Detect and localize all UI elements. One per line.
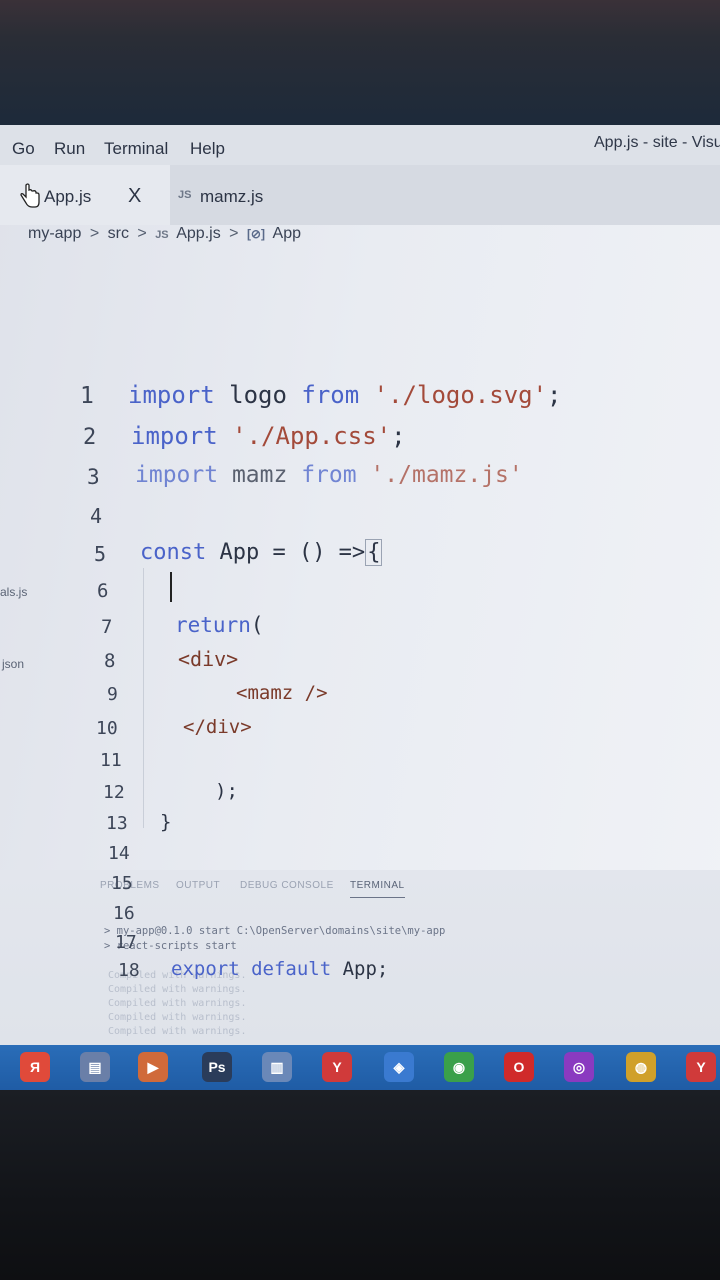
breadcrumb-app-js[interactable]: App.js bbox=[176, 225, 220, 242]
line-number: 15 bbox=[111, 873, 133, 894]
tab-mamz-js-label: mamz.js bbox=[200, 187, 264, 206]
js-file-icon: JS bbox=[178, 189, 192, 201]
monitor-bezel-top bbox=[0, 0, 720, 125]
line-number: 4 bbox=[90, 504, 103, 528]
code-line-7[interactable]: return( bbox=[175, 613, 264, 637]
cleaner-icon[interactable]: ◉ bbox=[444, 1052, 474, 1082]
terminal-line-faded: Compiled with warnings. bbox=[108, 1012, 247, 1023]
code-line-10[interactable]: </div> bbox=[183, 716, 252, 738]
terminal-line-faded: Compiled with warnings. bbox=[108, 984, 247, 995]
line-number: 10 bbox=[96, 718, 118, 739]
menu-go[interactable]: Go bbox=[12, 139, 35, 159]
symbol-variable-icon: [⊘] bbox=[246, 227, 265, 241]
indent-guide bbox=[143, 568, 144, 828]
code-line-1[interactable]: import logo from './logo.svg'; bbox=[128, 381, 562, 409]
file-explorer-icon[interactable]: ▤ bbox=[80, 1052, 110, 1082]
code-line-18[interactable]: export default App; bbox=[171, 958, 388, 980]
line-number: 6 bbox=[97, 580, 109, 602]
photoshop-icon[interactable]: Ps bbox=[202, 1052, 232, 1082]
tab-app-js[interactable]: App.js X bbox=[0, 165, 170, 225]
yandex-browser-icon[interactable]: Y bbox=[322, 1052, 352, 1082]
opera-icon[interactable]: O bbox=[504, 1052, 534, 1082]
line-number: 1 bbox=[80, 383, 94, 409]
vscode-icon[interactable]: ◈ bbox=[384, 1052, 414, 1082]
line-number: 16 bbox=[113, 903, 135, 924]
terminal-line: > my-app@0.1.0 start C:\OpenServer\domai… bbox=[104, 925, 446, 937]
menu-help[interactable]: Help bbox=[190, 139, 225, 159]
folder-icon[interactable]: ▥ bbox=[262, 1052, 292, 1082]
line-number: 11 bbox=[100, 750, 122, 771]
line-number: 13 bbox=[106, 813, 128, 834]
line-number: 5 bbox=[94, 542, 107, 566]
line-number: 18 bbox=[118, 960, 140, 981]
line-number: 17 bbox=[115, 932, 137, 953]
code-line-8[interactable]: <div> bbox=[178, 647, 238, 671]
code-line-12[interactable]: ); bbox=[215, 780, 238, 802]
yandex-icon[interactable]: Я bbox=[20, 1052, 50, 1082]
terminal-line-faded: Compiled with warnings. bbox=[108, 1026, 247, 1037]
tab-mamz-js[interactable]: JS mamz.js bbox=[170, 165, 320, 225]
tor-icon[interactable]: ◎ bbox=[564, 1052, 594, 1082]
chevron-right-icon: > bbox=[137, 225, 147, 242]
breadcrumb-my-app[interactable]: my-app bbox=[28, 225, 81, 242]
chrome-icon[interactable]: ◍ bbox=[626, 1052, 656, 1082]
line-number: 14 bbox=[108, 843, 130, 864]
menu-terminal[interactable]: Terminal bbox=[104, 139, 168, 159]
panel-tab-output[interactable]: OUTPUT bbox=[176, 880, 220, 891]
breadcrumb-src[interactable]: src bbox=[108, 225, 129, 242]
js-file-icon: JS bbox=[155, 229, 169, 241]
line-number: 12 bbox=[103, 782, 125, 803]
breadcrumb: my-app > src > JS App.js > [⊘] App bbox=[28, 225, 305, 251]
code-line-9[interactable]: <mamz /> bbox=[236, 682, 328, 704]
terminal-line-faded: Compiled with warnings. bbox=[108, 998, 247, 1009]
chevron-right-icon: > bbox=[229, 225, 239, 242]
code-editor[interactable]: 1 import logo from './logo.svg'; 2 impor… bbox=[0, 250, 720, 870]
breadcrumb-app-symbol[interactable]: App bbox=[273, 225, 301, 242]
line-number: 3 bbox=[87, 465, 100, 489]
yandex-icon-2[interactable]: Y bbox=[686, 1052, 716, 1082]
line-number: 9 bbox=[107, 684, 118, 705]
tab-app-js-label: App.js bbox=[44, 187, 92, 206]
hand-pointer-icon bbox=[20, 183, 40, 208]
chevron-right-icon: > bbox=[89, 225, 100, 242]
window-title: App.js - site - Visu bbox=[594, 134, 720, 151]
code-line-3[interactable]: import mamz from './mamz.js' bbox=[135, 462, 523, 488]
close-icon[interactable]: X bbox=[128, 185, 141, 208]
tab-bar: App.js X JS mamz.js bbox=[0, 165, 720, 225]
code-line-13[interactable]: } bbox=[160, 811, 171, 833]
code-line-2[interactable]: import './App.css'; bbox=[131, 422, 406, 450]
text-cursor bbox=[170, 572, 172, 602]
menu-run[interactable]: Run bbox=[54, 139, 85, 159]
media-player-icon[interactable]: ▶ bbox=[138, 1052, 168, 1082]
menubar: Go Run Terminal Help App.js - site - Vis… bbox=[0, 125, 720, 165]
panel-tab-debug-console[interactable]: DEBUG CONSOLE bbox=[240, 880, 334, 891]
monitor-bezel-bottom bbox=[0, 1090, 720, 1280]
line-number: 7 bbox=[101, 616, 113, 638]
line-number: 8 bbox=[104, 650, 116, 672]
line-number: 2 bbox=[83, 425, 97, 450]
panel-tab-terminal[interactable]: TERMINAL bbox=[350, 880, 405, 898]
code-line-5[interactable]: const App = () =>{ bbox=[140, 539, 383, 566]
taskbar: Я ▤ ▶ Ps ▥ Y ◈ ◉ O ◎ ◍ Y bbox=[0, 1045, 720, 1090]
